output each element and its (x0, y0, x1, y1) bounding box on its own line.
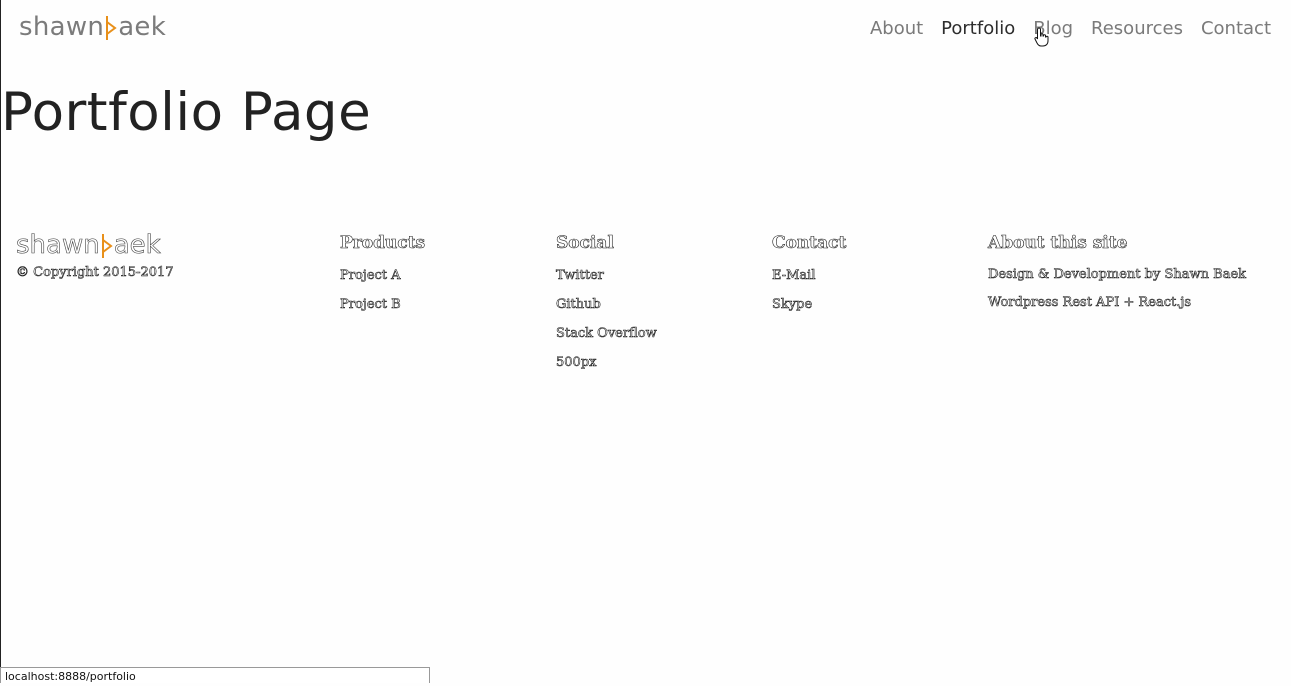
about-heading: About this site (988, 233, 1128, 254)
site-logo[interactable]: shawn aek (19, 12, 166, 42)
status-bar-url: localhost:8888/portfolio (0, 667, 430, 683)
footer-link-stack-overflow[interactable]: Stack Overflow (556, 319, 657, 348)
footer-products-column: Products Project A Project B (340, 233, 426, 319)
products-heading: Products (340, 233, 426, 254)
b-play-mark-icon (101, 232, 113, 258)
about-stack-text: Wordpress Rest API + React.js (988, 295, 1192, 311)
logo-text-left: shawn (19, 12, 105, 42)
hand-pointer-icon (1034, 27, 1050, 47)
about-credit-text: Design & Development by Shawn Baek (988, 267, 1247, 283)
footer-link-github[interactable]: Github (556, 290, 657, 319)
social-heading: Social (556, 233, 615, 254)
footer-logo-text-right: aek (113, 230, 161, 261)
nav-contact[interactable]: Contact (1201, 18, 1271, 39)
footer-link-email[interactable]: E-Mail (772, 261, 846, 290)
footer-link-twitter[interactable]: Twitter (556, 261, 657, 290)
main-nav: About Portfolio Blog Resources Contact (870, 18, 1271, 39)
b-play-mark-icon (105, 14, 117, 40)
footer-logo[interactable]: shawn aek (16, 230, 161, 261)
nav-about[interactable]: About (870, 18, 923, 39)
contact-heading: Contact (772, 233, 847, 254)
footer-logo-text-left: shawn (16, 230, 100, 261)
footer-link-skype[interactable]: Skype (772, 290, 846, 319)
footer-link-500px[interactable]: 500px (556, 348, 657, 377)
logo-text-right: aek (118, 12, 167, 42)
footer-social-column: Social Twitter Github Stack Overflow 500… (556, 233, 657, 377)
footer-link-project-a[interactable]: Project A (340, 261, 425, 290)
nav-resources[interactable]: Resources (1091, 18, 1183, 39)
footer-about-column: About this site Design & Development by … (988, 233, 1247, 317)
footer-link-project-b[interactable]: Project B (340, 290, 425, 319)
nav-portfolio[interactable]: Portfolio (941, 18, 1015, 39)
page-title: Portfolio Page (1, 82, 372, 143)
footer-contact-column: Contact E-Mail Skype (772, 233, 847, 319)
copyright-text: © Copyright 2015-2017 (16, 265, 174, 281)
